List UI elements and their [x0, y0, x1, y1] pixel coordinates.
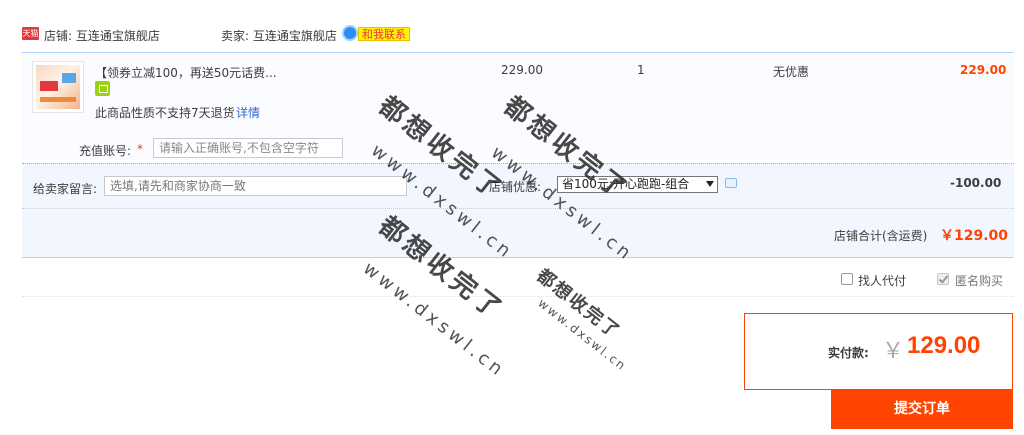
item-thumbnail[interactable]: [32, 61, 84, 113]
tmall-badge: 天猫: [22, 27, 39, 40]
pay-for-me-label[interactable]: 找人代付: [858, 272, 906, 289]
anonymous-checkbox[interactable]: [937, 273, 949, 285]
quantity: 1: [637, 63, 645, 77]
required-mark: *: [137, 142, 143, 156]
shop-total-amount: ￥129.00: [940, 228, 1009, 244]
wangwang-icon[interactable]: [342, 25, 358, 41]
actual-payment-amount: 129.00: [907, 332, 981, 359]
pay-for-me-checkbox[interactable]: [841, 273, 853, 285]
dropdown-arrow-icon: [706, 181, 714, 187]
message-label: 给卖家留言:: [33, 182, 98, 196]
actual-payment-label: 实付款:: [828, 346, 869, 360]
promotion: 无优惠: [773, 65, 810, 79]
anonymous-label[interactable]: 匿名购买: [955, 272, 1003, 289]
detail-link[interactable]: 详情: [236, 104, 260, 121]
item-title[interactable]: 【领券立减100，再送50元话费...: [95, 64, 277, 81]
contact-seller-button[interactable]: 和我联系: [358, 27, 410, 41]
submit-order-button[interactable]: 提交订单: [831, 390, 1013, 429]
discount-amount: -100.00: [950, 176, 1002, 190]
no-return-notice: 此商品性质不支持7天退货: [95, 106, 235, 120]
thumbnail-image: [36, 65, 80, 109]
seller-name: 卖家: 互连通宝旗舰店: [221, 29, 337, 43]
chat-bubble-icon[interactable]: [725, 178, 737, 188]
seller-message-input[interactable]: [104, 176, 407, 196]
recharge-account-input[interactable]: [153, 138, 343, 158]
recharge-account-label: 充值账号:: [79, 144, 132, 158]
item-subtotal: 229.00: [960, 63, 1007, 77]
shop-total-label: 店铺合计(含运费): [834, 229, 928, 243]
service-badge-icon: [95, 81, 110, 96]
shop-name[interactable]: 店铺: 互连通宝旗舰店: [44, 27, 160, 44]
unit-price: 229.00: [501, 63, 543, 77]
currency-symbol: ￥: [882, 339, 905, 364]
